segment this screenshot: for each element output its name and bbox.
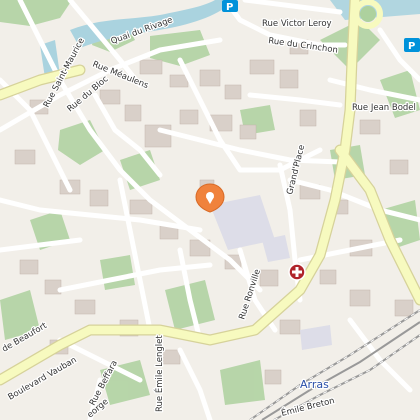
parking-icon[interactable]: P (222, 0, 238, 13)
map-view[interactable]: Quai du Rivage Rue Victor Leroy Rue du C… (0, 0, 420, 420)
label-rue-jean-bodel: Rue Jean Bodel (352, 103, 416, 113)
parking-symbol-2: P (408, 41, 415, 52)
parking-symbol: P (226, 2, 233, 13)
label-city-arras: Arras (300, 378, 329, 391)
parking-icon-2[interactable]: P (404, 38, 420, 52)
label-rue-victor-leroy: Rue Victor Leroy (262, 19, 332, 29)
map-canvas: Quai du Rivage Rue Victor Leroy Rue du C… (0, 0, 420, 420)
label-rue-emile-lenglet: Rue Émile Lenglet (153, 335, 165, 412)
hospital-cross-icon[interactable] (288, 263, 306, 281)
